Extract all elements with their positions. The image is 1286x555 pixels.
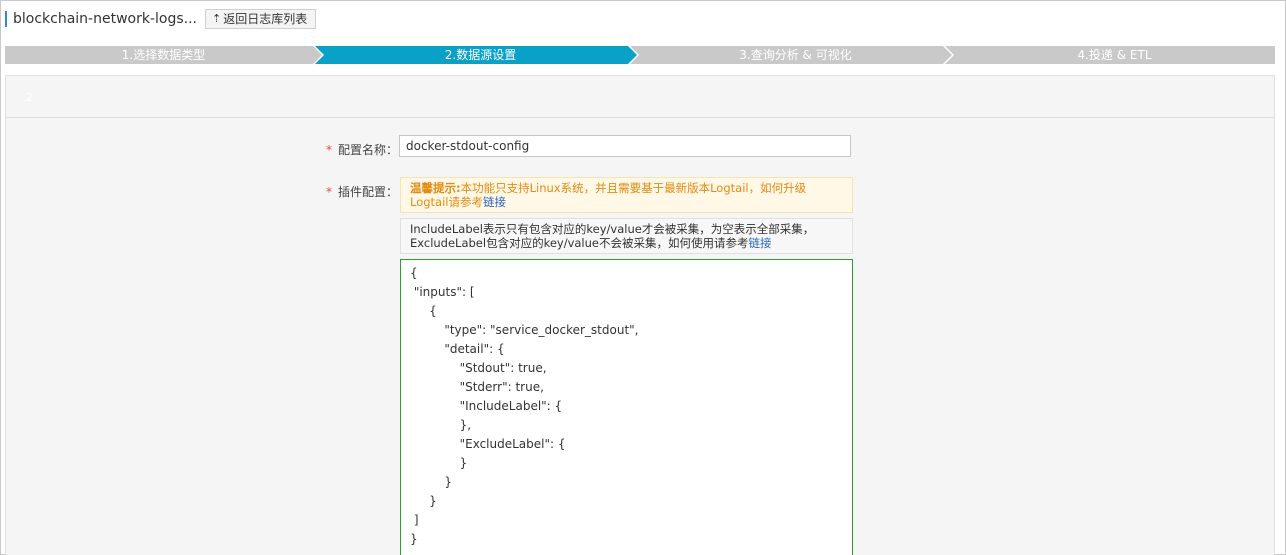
plugin-config-label-text: 插件配置： xyxy=(337,185,398,199)
step-3[interactable]: 3.查询分析 & 可视化 xyxy=(639,46,952,64)
panel-header-mark: 2 xyxy=(26,91,33,104)
warning-tip: 温馨提示:本功能只支持Linux系统，并且需要基于最新版本Logtail，如何升… xyxy=(400,177,853,213)
page-header: blockchain-network-logs... ⇡ 返回日志库列表 xyxy=(5,9,317,29)
required-mark: * xyxy=(325,143,332,157)
config-name-label: * 配置名称： xyxy=(320,141,398,158)
page-title: blockchain-network-logs... xyxy=(13,11,198,27)
code-line: "type": "service_docker_stdout", xyxy=(410,323,639,337)
code-line: }, xyxy=(410,418,472,432)
panel-header: 2 xyxy=(6,76,1274,118)
tip-text-line2: Logtail请参考 xyxy=(410,195,483,209)
code-line: "Stderr": true, xyxy=(410,380,544,394)
plugin-config-editor[interactable]: { "inputs": [ { "type": "service_docker_… xyxy=(400,259,853,555)
code-line: { xyxy=(410,266,418,280)
tip-title: 温馨提示: xyxy=(410,181,461,195)
code-line: ] xyxy=(410,513,419,527)
config-name-input[interactable] xyxy=(399,135,851,157)
wizard-steps: 1.选择数据类型 2.数据源设置 3.查询分析 & 可视化 4.投递 & ETL xyxy=(5,46,1275,64)
upload-arrow-icon: ⇡ xyxy=(212,12,222,25)
required-mark: * xyxy=(325,185,332,199)
plugin-config-label: * 插件配置： xyxy=(320,183,398,200)
code-line: } xyxy=(410,475,452,489)
code-line: } xyxy=(410,532,418,546)
step-4[interactable]: 4.投递 & ETL xyxy=(954,46,1275,64)
back-to-logstore-list-button[interactable]: ⇡ 返回日志库列表 xyxy=(205,9,317,29)
title-accent-bar xyxy=(5,11,7,27)
info-line1: IncludeLabel表示只有包含对应的key/value才会被采集，为空表示… xyxy=(410,222,815,236)
code-line: } xyxy=(410,456,468,470)
code-line: { xyxy=(410,304,437,318)
tip-upgrade-link[interactable]: 链接 xyxy=(483,195,506,209)
info-usage-link[interactable]: 链接 xyxy=(749,236,772,250)
config-name-label-text: 配置名称： xyxy=(337,143,398,157)
tip-text-line1: 本功能只支持Linux系统，并且需要基于最新版本Logtail，如何升级 xyxy=(460,181,807,195)
info-line2: ExcludeLabel包含对应的key/value不会被采集，如何使用请参考 xyxy=(410,236,749,250)
code-line: "detail": { xyxy=(410,342,505,356)
code-line: "inputs": [ xyxy=(410,285,475,299)
step-2-active[interactable]: 2.数据源设置 xyxy=(324,46,637,64)
code-line: "Stdout": true, xyxy=(410,361,547,375)
code-line: } xyxy=(410,494,437,508)
code-line: "IncludeLabel": { xyxy=(410,399,563,413)
step-1[interactable]: 1.选择数据类型 xyxy=(5,46,322,64)
back-button-label: 返回日志库列表 xyxy=(223,12,308,26)
label-info-box: IncludeLabel表示只有包含对应的key/value才会被采集，为空表示… xyxy=(400,218,853,254)
code-line: "ExcludeLabel": { xyxy=(410,437,566,451)
